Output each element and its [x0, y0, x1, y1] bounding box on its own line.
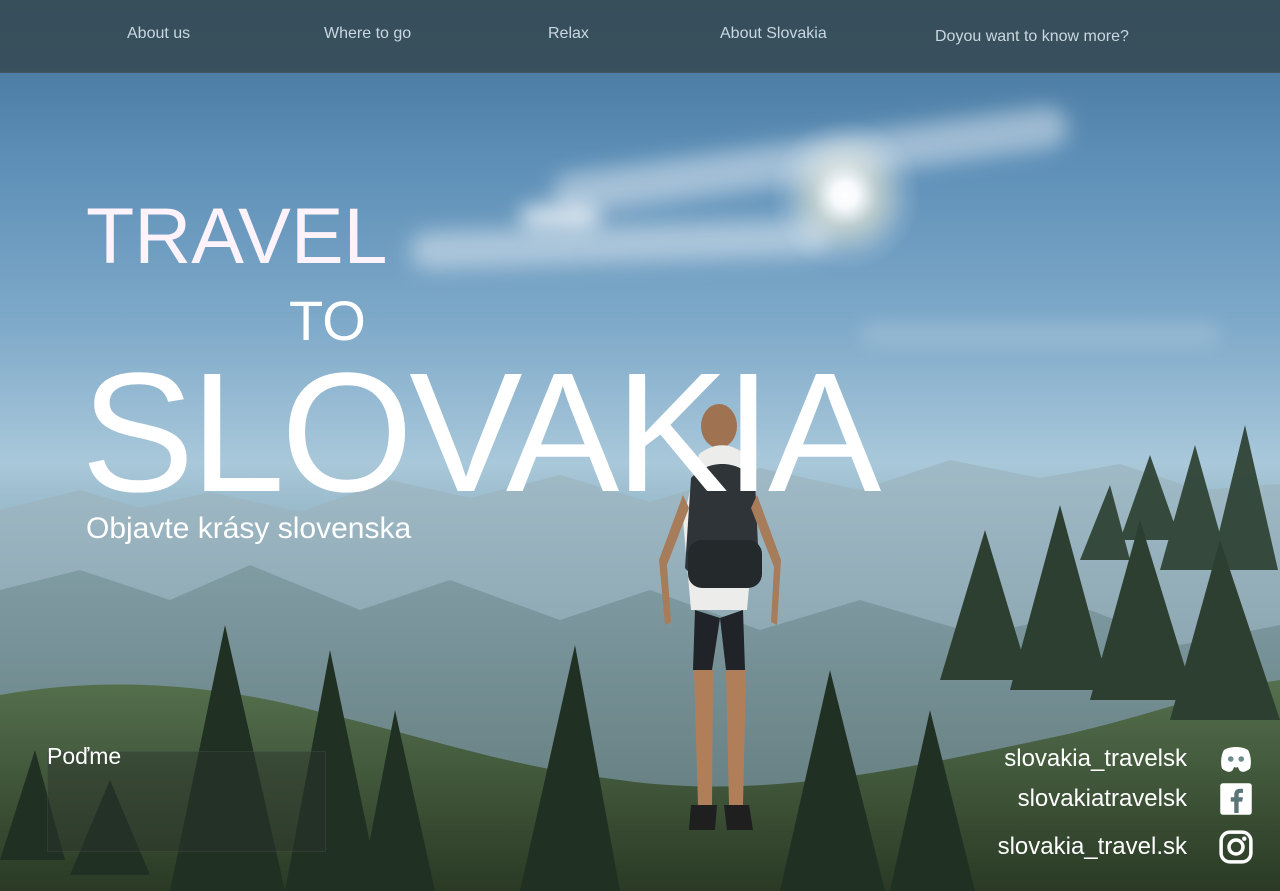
- instagram-handle[interactable]: slovakia_travel.sk: [998, 835, 1187, 859]
- facebook-icon[interactable]: [1215, 778, 1257, 820]
- nav-where-to-go[interactable]: Where to go: [324, 24, 411, 44]
- hero-subtitle: Objavte krásy slovenska: [86, 512, 412, 545]
- social-instagram[interactable]: slovakia_travel.sk: [998, 826, 1257, 868]
- social-discord[interactable]: slovakia_travelsk: [1004, 738, 1257, 780]
- discord-icon[interactable]: [1215, 738, 1257, 780]
- nav-relax[interactable]: Relax: [548, 24, 589, 44]
- discord-handle[interactable]: slovakia_travelsk: [1004, 747, 1187, 771]
- top-navigation: About us Where to go Relax About Slovaki…: [0, 0, 1280, 73]
- hero-title-travel: TRAVEL: [86, 191, 388, 280]
- hero-title-slovakia: SLOVAKIA: [81, 338, 881, 528]
- social-facebook[interactable]: slovakiatravelsk: [1017, 778, 1257, 820]
- nav-know-more[interactable]: Doyou want to know more?: [935, 27, 1129, 47]
- thin-cloud: [860, 325, 1220, 343]
- nav-about-us[interactable]: About us: [127, 24, 190, 44]
- small-cloud: [520, 205, 600, 229]
- nav-about-slovakia[interactable]: About Slovakia: [720, 24, 827, 44]
- cloud-band: [409, 217, 831, 271]
- landing-page: About us Where to go Relax About Slovaki…: [0, 0, 1280, 891]
- cta-label[interactable]: Poďme: [47, 743, 121, 769]
- facebook-handle[interactable]: slovakiatravelsk: [1017, 787, 1187, 811]
- instagram-icon[interactable]: [1215, 826, 1257, 868]
